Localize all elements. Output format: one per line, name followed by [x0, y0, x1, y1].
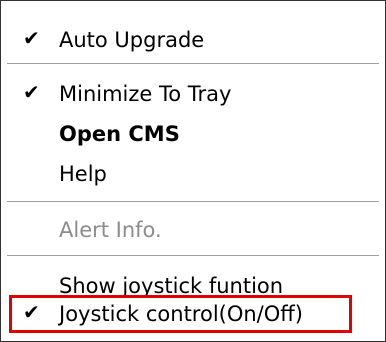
menu-item-joystick-control[interactable]: ✔ Joystick control(On/Off) — [1, 295, 385, 337]
menu-separator — [7, 63, 379, 64]
checkmark-icon: ✔ — [23, 80, 40, 104]
menu-separator — [7, 201, 379, 202]
menu-item-label: Open CMS — [59, 122, 180, 146]
menu-item-label: Joystick control(On/Off) — [59, 302, 303, 326]
menu-item-label: Alert Info. — [59, 218, 162, 242]
menu-item-minimize-to-tray[interactable]: ✔ Minimize To Tray — [1, 73, 385, 115]
menu-item-open-cms[interactable]: Open CMS — [1, 113, 385, 155]
checkmark-icon: ✔ — [23, 26, 40, 50]
menu-item-label: Help — [59, 162, 107, 186]
context-menu: ✔ Auto Upgrade ✔ Minimize To Tray Open C… — [0, 0, 386, 342]
menu-item-label: Auto Upgrade — [59, 28, 205, 52]
menu-item-label: Minimize To Tray — [59, 82, 232, 106]
menu-item-alert-info: Alert Info. — [1, 209, 385, 251]
checkmark-icon: ✔ — [23, 300, 40, 324]
menu-separator — [7, 255, 379, 256]
menu-item-auto-upgrade[interactable]: ✔ Auto Upgrade — [1, 19, 385, 61]
menu-item-help[interactable]: Help — [1, 153, 385, 195]
